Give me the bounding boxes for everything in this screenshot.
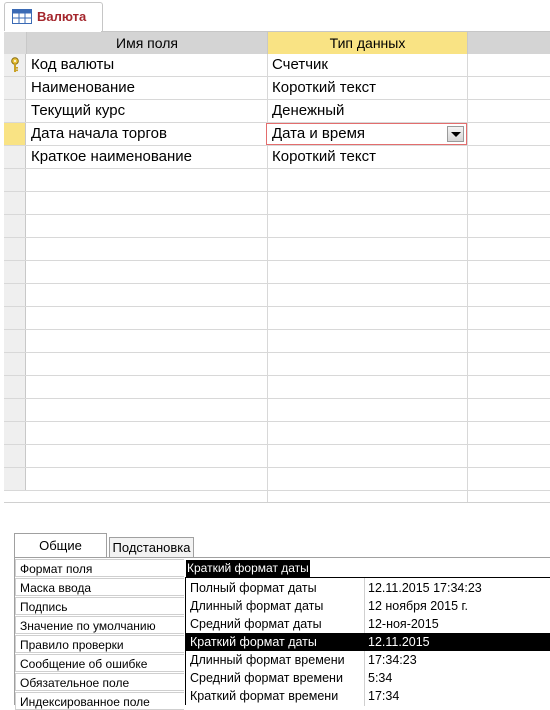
prop-label-required[interactable]: Обязательное поле — [15, 673, 184, 691]
row-selector[interactable] — [4, 146, 26, 168]
option-name: Средний формат даты — [190, 617, 322, 631]
option-example: 17:34:23 — [368, 653, 417, 667]
row-selector-active[interactable] — [4, 123, 26, 145]
option-example: 12.11.2015 — [368, 635, 430, 649]
row-selector[interactable] — [4, 468, 26, 490]
row-selector[interactable] — [4, 445, 26, 467]
data-type-cell[interactable]: Счетчик — [272, 56, 328, 73]
empty-row[interactable] — [4, 284, 550, 307]
dropdown-option[interactable]: Длинный формат даты 12 ноября 2015 г. — [186, 597, 550, 615]
empty-row[interactable] — [4, 169, 550, 192]
row-selector[interactable] — [4, 422, 26, 444]
data-type-cell[interactable]: Денежный — [272, 102, 344, 119]
empty-row[interactable] — [4, 353, 550, 376]
field-name-cell[interactable]: Дата начала торгов — [31, 125, 167, 142]
format-value-input[interactable]: Краткий формат даты — [186, 560, 310, 577]
dropdown-option[interactable]: Полный формат даты 12.11.2015 17:34:23 — [186, 579, 550, 597]
row-selector[interactable] — [4, 330, 26, 352]
dropdown-option-selected[interactable]: Краткий формат даты 12.11.2015 — [186, 633, 550, 651]
header-description[interactable] — [467, 32, 550, 54]
dropdown-arrow-icon[interactable] — [447, 126, 464, 142]
empty-row[interactable] — [4, 215, 550, 238]
header-data-type[interactable]: Тип данных — [267, 32, 467, 54]
field-name-cell[interactable]: Код валюты — [31, 56, 114, 73]
prop-label-default-value[interactable]: Значение по умолчанию — [15, 616, 184, 634]
row-selector[interactable] — [4, 399, 26, 421]
empty-row[interactable] — [4, 422, 550, 445]
row-selector[interactable] — [4, 238, 26, 260]
field-name-cell[interactable]: Наименование — [31, 79, 135, 96]
row-selector[interactable] — [4, 353, 26, 375]
row-selector[interactable] — [4, 169, 26, 191]
empty-row[interactable] — [4, 192, 550, 215]
data-type-select-value: Дата и время — [272, 125, 366, 142]
field-name-cell[interactable]: Краткое наименование — [31, 148, 192, 165]
format-dropdown-list[interactable]: Полный формат даты 12.11.2015 17:34:23 Д… — [185, 577, 550, 706]
field-row[interactable]: Текущий курс Денежный — [4, 100, 550, 123]
field-name-cell[interactable]: Текущий курс — [31, 102, 125, 119]
empty-row[interactable] — [4, 238, 550, 261]
option-example: 12.11.2015 17:34:23 — [368, 581, 482, 595]
dropdown-option[interactable]: Краткий формат времени 17:34 — [186, 687, 550, 705]
dropdown-option[interactable]: Средний формат времени 5:34 — [186, 669, 550, 687]
row-selector[interactable] — [4, 376, 26, 398]
option-example: 5:34 — [368, 671, 393, 685]
field-row-selected[interactable]: Дата начала торгов Дата и время — [4, 123, 550, 146]
row-selector[interactable] — [4, 54, 26, 76]
prop-label-caption[interactable]: Подпись — [15, 597, 184, 615]
field-row[interactable]: Код валюты Счетчик — [4, 54, 550, 77]
tab-lookup[interactable]: Подстановка — [109, 537, 194, 557]
row-selector[interactable] — [4, 192, 26, 214]
row-selector[interactable] — [4, 77, 26, 99]
grid-corner[interactable] — [4, 32, 27, 54]
option-name: Полный формат даты — [190, 581, 317, 595]
option-example: 12 ноября 2015 г. — [368, 599, 468, 613]
empty-row[interactable] — [4, 376, 550, 399]
tab-general[interactable]: Общие — [14, 533, 107, 558]
grid-bottom-border — [4, 502, 550, 503]
dropdown-option[interactable]: Средний формат даты 12-ноя-2015 — [186, 615, 550, 633]
option-name: Средний формат времени — [190, 671, 343, 685]
document-tab-bar: Валюта — [0, 0, 550, 32]
empty-row[interactable] — [4, 261, 550, 284]
data-type-cell[interactable]: Короткий текст — [272, 148, 376, 165]
prop-label-format[interactable]: Формат поля — [15, 559, 184, 577]
header-field-name[interactable]: Имя поля — [27, 32, 267, 54]
empty-row[interactable] — [4, 307, 550, 330]
option-name: Краткий формат даты — [190, 635, 317, 649]
dropdown-option[interactable]: Длинный формат времени 17:34:23 — [186, 651, 550, 669]
option-example: 17:34 — [368, 689, 400, 703]
prop-label-indexed[interactable]: Индексированное поле — [15, 692, 184, 710]
row-selector[interactable] — [4, 261, 26, 283]
option-example: 12-ноя-2015 — [368, 617, 439, 631]
row-selector[interactable] — [4, 307, 26, 329]
row-selector[interactable] — [4, 215, 26, 237]
row-selector[interactable] — [4, 284, 26, 306]
empty-row[interactable] — [4, 330, 550, 353]
field-row[interactable]: Наименование Короткий текст — [4, 77, 550, 100]
empty-row[interactable] — [4, 468, 550, 491]
data-type-select[interactable]: Дата и время — [266, 123, 467, 145]
option-name: Длинный формат времени — [190, 653, 345, 667]
table-tab-label: Валюта — [37, 9, 87, 24]
field-row[interactable]: Краткое наименование Короткий текст — [4, 146, 550, 169]
table-tab[interactable]: Валюта — [4, 2, 103, 31]
prop-label-validation-text[interactable]: Сообщение об ошибке — [15, 654, 184, 672]
field-design-grid: Имя поля Тип данных Код валюты Счетчик Н… — [4, 32, 550, 502]
table-icon — [12, 9, 32, 24]
row-selector[interactable] — [4, 100, 26, 122]
prop-label-validation-rule[interactable]: Правило проверки — [15, 635, 184, 653]
data-type-cell[interactable]: Короткий текст — [272, 79, 376, 96]
primary-key-icon — [11, 57, 19, 72]
prop-label-input-mask[interactable]: Маска ввода — [15, 578, 184, 596]
empty-row[interactable] — [4, 399, 550, 422]
empty-row[interactable] — [4, 445, 550, 468]
option-name: Длинный формат даты — [190, 599, 324, 613]
option-name: Краткий формат времени — [190, 689, 339, 703]
